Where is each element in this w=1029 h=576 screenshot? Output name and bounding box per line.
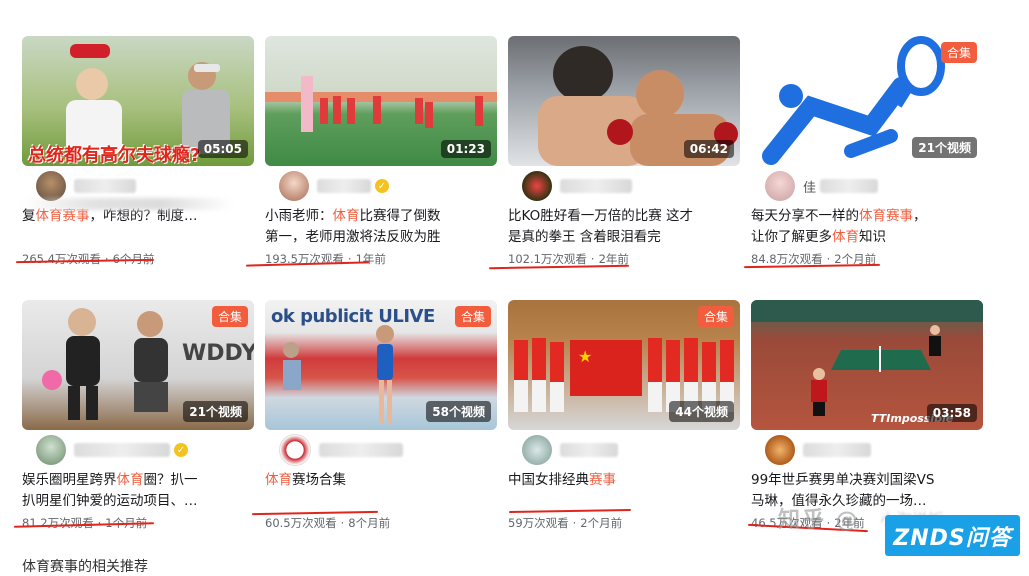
video-thumbnail[interactable]: WDDY 合集 21个视频	[22, 300, 254, 430]
video-meta: 60.5万次观看 · 8个月前	[265, 516, 391, 530]
video-count-badge: 44个视频	[669, 401, 734, 422]
blurred-text-strip	[22, 198, 232, 210]
video-title[interactable]: 娱乐圈明星跨界体育圈？扒一 扒明星们钟爱的运动项目、…	[22, 470, 254, 512]
video-title[interactable]: 每天分享不一样的体育赛事， 让你了解更多体育知识	[751, 206, 983, 248]
collection-tag: 合集	[697, 306, 734, 327]
author-row[interactable]: 佳	[751, 170, 983, 202]
duration-badge: 05:05	[197, 140, 248, 158]
avatar[interactable]	[279, 171, 309, 201]
video-count-badge: 21个视频	[183, 401, 248, 422]
avatar[interactable]	[279, 434, 311, 466]
keyword-highlight: 体育赛事	[35, 208, 90, 224]
duration-badge: 03:58	[926, 404, 977, 422]
svg-text:★: ★	[578, 347, 592, 366]
video-card-8[interactable]: TTImpossible 03:58 99年世乒赛男单决赛刘国梁VS 马琳，值得永…	[751, 300, 983, 531]
avatar[interactable]	[36, 171, 66, 201]
znds-logo[interactable]: ZNDS问答	[885, 515, 1020, 556]
publish-time: 2个月前	[580, 516, 623, 530]
video-thumbnail[interactable]: 总统都有高尔夫球瘾? 05:05	[22, 36, 254, 166]
view-count: 59万次观看	[508, 516, 569, 530]
publish-time: 8个月前	[348, 516, 391, 530]
author-name-blurred[interactable]	[560, 443, 618, 457]
author-name-blurred[interactable]	[820, 179, 879, 193]
verified-icon: ✓	[174, 443, 188, 457]
thumbnail-caption: 总统都有高尔夫球瘾?	[28, 145, 201, 166]
keyword-highlight: 体育	[832, 229, 859, 245]
keyword-highlight: 体育	[265, 472, 292, 488]
author-row[interactable]: ✓	[265, 170, 497, 202]
author-name-blurred[interactable]	[74, 179, 136, 193]
view-count: 60.5万次观看	[265, 516, 337, 530]
video-card-7[interactable]: ★ 合集 44个视频 中国女排经典赛事 59万次观看 · 2个月前	[508, 300, 740, 531]
video-card-3[interactable]: 06:42 比KO胜好看一万倍的比赛 这才 是真的拳王 含着眼泪看完 102.1万…	[508, 36, 740, 267]
video-thumbnail[interactable]: 合集 21个视频	[751, 36, 983, 166]
video-card-6[interactable]: ok publicit ULIVE 合集 58个视频 体育赛场合集 60.5万次…	[265, 300, 497, 531]
video-thumbnail[interactable]: 01:23	[265, 36, 497, 166]
keyword-highlight: 体育	[332, 208, 360, 224]
related-heading: 体育赛事的相关推荐	[22, 559, 148, 575]
author-row[interactable]: ✓	[22, 434, 254, 466]
author-name-blurred[interactable]	[74, 443, 170, 457]
author-row[interactable]	[508, 434, 740, 466]
video-title[interactable]: 复体育赛事，咋想的？制度…	[22, 206, 254, 248]
author-name-blurred[interactable]	[560, 179, 632, 193]
author-row[interactable]	[265, 434, 497, 466]
video-title[interactable]: 小雨老师：体育比赛得了倒数 第一，老师用激将法反败为胜	[265, 206, 497, 248]
video-thumbnail[interactable]: 06:42	[508, 36, 740, 166]
avatar[interactable]	[765, 435, 795, 465]
keyword-highlight: 体育赛事	[859, 208, 913, 224]
author-row[interactable]	[508, 170, 740, 202]
author-initial[interactable]: 佳	[803, 177, 816, 196]
video-meta: 59万次观看 · 2个月前	[508, 516, 623, 530]
author-row[interactable]	[751, 434, 983, 466]
video-title[interactable]: 比KO胜好看一万倍的比赛 这才 是真的拳王 含着眼泪看完	[508, 206, 740, 248]
svg-text:WDDY: WDDY	[182, 341, 254, 366]
avatar[interactable]	[522, 171, 552, 201]
collection-tag: 合集	[940, 42, 977, 63]
avatar[interactable]	[522, 435, 552, 465]
duration-badge: 06:42	[683, 140, 734, 158]
keyword-highlight: 赛事	[589, 472, 616, 488]
publish-time: 1年前	[355, 252, 386, 266]
duration-badge: 01:23	[440, 140, 491, 158]
view-count: 84.8万次观看	[751, 252, 823, 266]
video-title[interactable]: 中国女排经典赛事	[508, 470, 740, 512]
zhihu-watermark: 知乎 @	[778, 508, 860, 533]
video-card-4[interactable]: 合集 21个视频 佳 每天分享不一样的体育赛事， 让你了解更多体育知识 84.8万…	[751, 36, 983, 267]
view-count: 81.2万次观看	[22, 516, 94, 530]
video-card-2[interactable]: 01:23 ✓ 小雨老师：体育比赛得了倒数 第一，老师用激将法反败为胜 193.5…	[265, 36, 497, 267]
video-card-1[interactable]: 总统都有高尔夫球瘾? 05:05 复体育赛事，咋想的？制度… 265.4万次观看…	[22, 36, 254, 267]
author-name-blurred[interactable]	[319, 443, 403, 457]
verified-icon: ✓	[375, 179, 389, 193]
collection-tag: 合集	[211, 306, 248, 327]
video-count-badge: 58个视频	[426, 401, 491, 422]
author-name-blurred[interactable]	[317, 179, 371, 193]
collection-tag: 合集	[454, 306, 491, 327]
video-card-5[interactable]: WDDY 合集 21个视频 ✓ 娱乐圈明星跨界体育圈？扒一 扒明星们钟爱的运动项目…	[22, 300, 254, 531]
video-title[interactable]: 体育赛场合集	[265, 470, 497, 512]
video-thumbnail[interactable]: ★ 合集 44个视频	[508, 300, 740, 430]
author-name-blurred[interactable]	[803, 443, 871, 457]
avatar[interactable]	[36, 435, 66, 465]
video-count-badge: 21个视频	[912, 137, 977, 158]
view-count: 102.1万次观看	[508, 252, 587, 266]
keyword-highlight: 体育	[116, 472, 144, 488]
video-thumbnail[interactable]: ok publicit ULIVE 合集 58个视频	[265, 300, 497, 430]
avatar[interactable]	[765, 171, 795, 201]
video-thumbnail[interactable]: TTImpossible 03:58	[751, 300, 983, 430]
